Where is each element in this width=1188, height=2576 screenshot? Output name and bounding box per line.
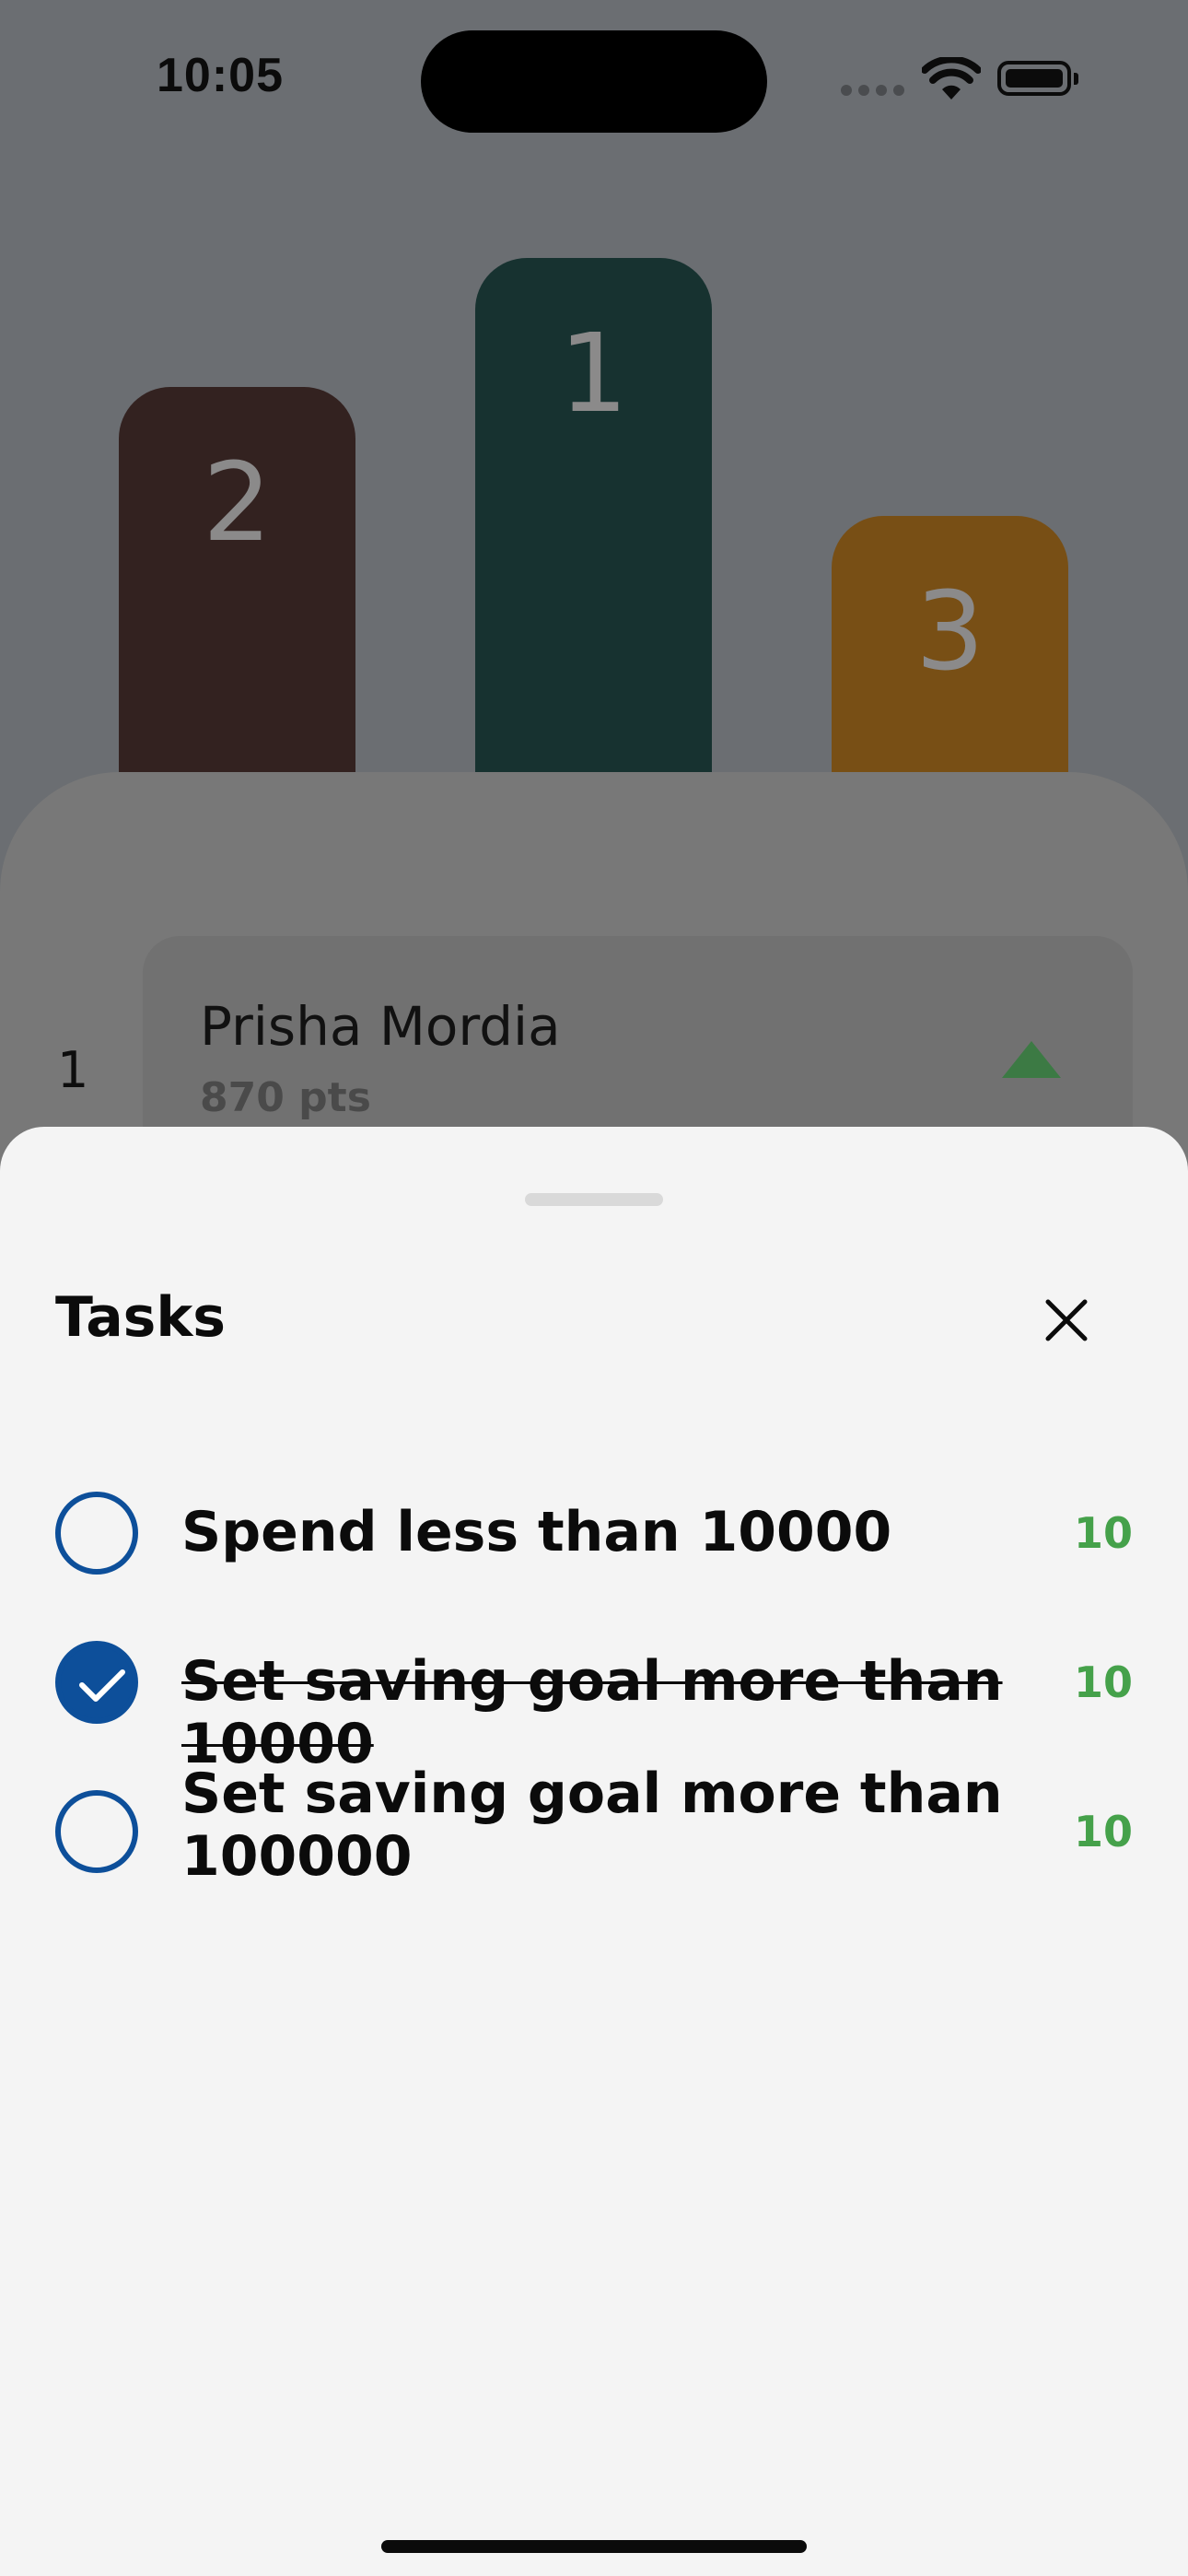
home-indicator[interactable] [381,2540,807,2553]
sheet-grabber[interactable] [525,1193,663,1206]
close-icon[interactable] [1041,1294,1092,1346]
podium-second: 2 [119,387,355,774]
task-label: Spend less than 10000 [181,1500,892,1564]
tasks-bottom-sheet: Tasks Spend less than 10000 10 Set savin… [0,1127,1188,2576]
task-checkbox[interactable] [55,1492,138,1575]
task-points: 10 [1073,1508,1133,1558]
task-points: 10 [1073,1657,1133,1707]
task-label: Set saving goal more than 10000 [181,1649,1003,1776]
trend-up-icon [1002,1041,1061,1078]
battery-icon [997,61,1078,96]
entry-points: 870 pts [200,1074,371,1121]
status-time: 10:05 [157,49,284,102]
wifi-icon [922,57,981,100]
dynamic-island [421,30,767,133]
entry-name: Prisha Mordia [200,995,561,1058]
podium-first: 1 [475,258,712,774]
task-checkbox[interactable] [55,1790,138,1873]
task-label: Set saving goal more than 100000 [181,1762,1003,1889]
podium-place-label: 1 [558,310,629,437]
sheet-title: Tasks [55,1285,227,1350]
checkmark-icon [79,1669,125,1702]
task-checkbox-checked[interactable] [55,1641,138,1724]
cellular-signal-icon [841,85,905,96]
podium-place-label: 3 [914,568,985,695]
podium-place-label: 2 [202,439,273,566]
leaderboard-rank: 1 [57,1041,89,1099]
podium-third: 3 [832,516,1068,774]
task-points: 10 [1073,1807,1133,1856]
